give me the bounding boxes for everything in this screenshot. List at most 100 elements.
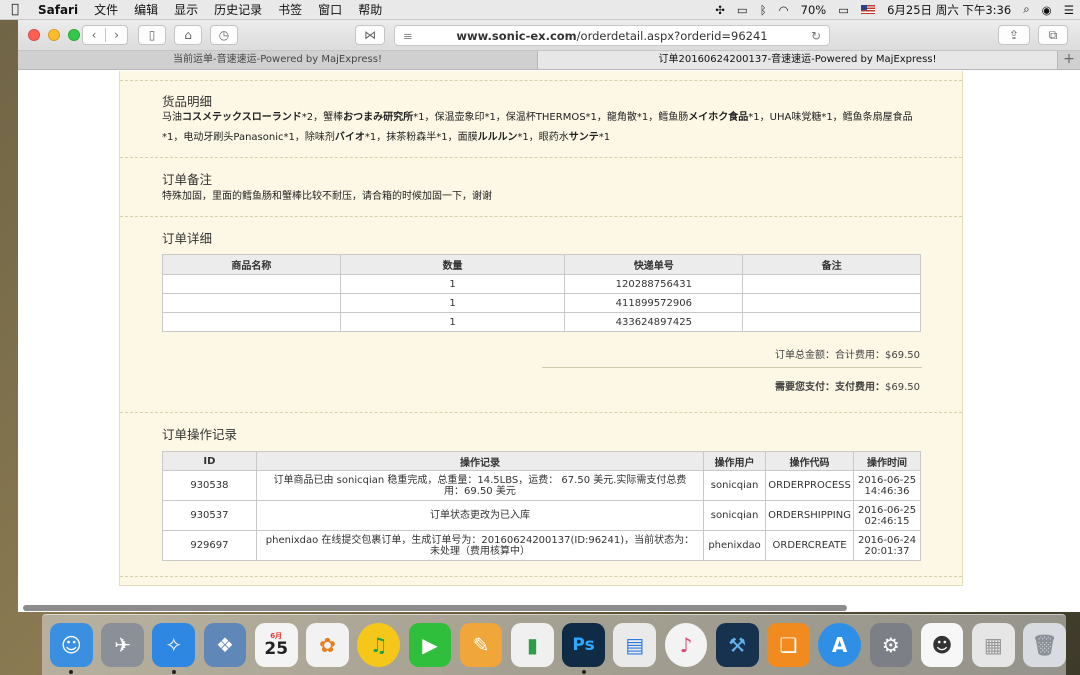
- calendar-day: 25: [264, 639, 289, 659]
- cell-qty: 1: [339, 293, 566, 313]
- cell-user: sonicqian: [703, 500, 767, 531]
- reader-icon[interactable]: ≡: [403, 29, 413, 43]
- calendar-icon[interactable]: 6月 25: [254, 623, 298, 667]
- airplay-icon[interactable]: ▭: [731, 3, 754, 17]
- apple-menu-icon[interactable]: : [0, 2, 30, 17]
- zoom-window-button[interactable]: [68, 29, 80, 41]
- wifi-icon[interactable]: ◠: [773, 3, 795, 17]
- cell-tracking: 120288756431: [564, 274, 744, 294]
- cell-user: sonicqian: [703, 470, 767, 501]
- tabs-overview-button[interactable]: ⧉: [1038, 25, 1068, 45]
- cell-action: 订单状态更改为已入库: [255, 500, 705, 531]
- battery-percent[interactable]: 70%: [795, 3, 833, 17]
- cell-tracking: 411899572906: [564, 293, 744, 313]
- order-log-table: ID 操作记录 操作用户 操作代码 操作时间 930538 订单商品已由 son…: [162, 451, 921, 561]
- app-menu-safari[interactable]: Safari: [30, 3, 86, 17]
- order-total-value: $69.50: [885, 350, 920, 361]
- home-button[interactable]: ⌂: [174, 25, 202, 45]
- preview-icon[interactable]: ❖: [203, 623, 247, 667]
- ibooks-icon[interactable]: ❏: [767, 623, 810, 667]
- url-host: www.sonic-ex.com: [456, 28, 577, 43]
- clock[interactable]: 6月25日 周六 下午3:36: [881, 2, 1017, 18]
- cell-product: [162, 293, 341, 313]
- cell-product: [162, 312, 341, 332]
- bluetooth-icon[interactable]: ᛒ: [754, 3, 773, 17]
- menu-view[interactable]: 显示: [166, 1, 206, 18]
- amount-due-value: $69.50: [885, 382, 920, 393]
- table-row: 1 433624897425: [162, 312, 921, 332]
- menu-window[interactable]: 窗口: [310, 1, 350, 18]
- xcode-icon[interactable]: ⚒: [715, 623, 759, 667]
- itunes-icon[interactable]: ♪: [664, 623, 708, 667]
- trash-icon[interactable]: 🗑: [1023, 623, 1066, 667]
- cell-code: ORDERCREATE: [765, 530, 855, 561]
- amount-due: 需要您支付：支付费用：$69.50: [775, 378, 920, 393]
- divider: [120, 412, 962, 413]
- photos-icon[interactable]: ✿: [306, 623, 349, 667]
- safari-icon[interactable]: ✧: [152, 623, 196, 674]
- menu-edit[interactable]: 编辑: [126, 1, 166, 18]
- tab-order-detail[interactable]: 订单20160624200137-音速速运-Powered by MajExpr…: [538, 51, 1058, 69]
- col-header-time: 操作时间: [853, 451, 921, 471]
- numbers-icon[interactable]: ▮: [510, 623, 554, 667]
- input-source-flag-icon[interactable]: [861, 5, 876, 14]
- cell-qty: 1: [339, 312, 566, 332]
- running-indicator: [581, 670, 586, 674]
- cell-code: ORDERSHIPPING: [765, 500, 855, 531]
- cell-time: 2016-06-25 14:46:36: [853, 470, 921, 501]
- app-store-icon[interactable]: A: [818, 623, 861, 667]
- order-detail-table: 商品名称 数量 快递单号 备注 1 120288756431 1 4118995…: [162, 254, 921, 332]
- reload-icon[interactable]: ↻: [811, 29, 821, 43]
- menu-file[interactable]: 文件: [86, 1, 126, 18]
- share-button[interactable]: ⇪: [998, 25, 1030, 45]
- facetime-icon[interactable]: ▶: [408, 623, 452, 667]
- nav-buttons: ‹ ›: [82, 25, 128, 45]
- sidebar-toggle-button[interactable]: ▯: [138, 25, 166, 45]
- launchpad-icon[interactable]: ✈: [101, 623, 144, 667]
- back-button[interactable]: ‹: [83, 28, 105, 42]
- address-bar[interactable]: ≡ www.sonic-ex.com/orderdetail.aspx?orde…: [394, 25, 830, 46]
- running-indicator: [69, 670, 74, 674]
- order-total: 订单总金额：合计费用：$69.50: [775, 346, 920, 361]
- notification-center-icon[interactable]: ☰: [1058, 3, 1080, 17]
- tab-current-shipments[interactable]: 当前运单-音速速运-Powered by MajExpress!: [18, 51, 538, 69]
- table-row: 929697 phenixdao 在线提交包裹订单，生成订单号为：2016062…: [162, 530, 921, 561]
- menu-bookmarks[interactable]: 书签: [270, 1, 310, 18]
- col-header-qty: 数量: [339, 254, 566, 275]
- menu-help[interactable]: 帮助: [350, 1, 390, 18]
- col-header-note: 备注: [742, 254, 921, 275]
- forward-button[interactable]: ›: [105, 28, 127, 42]
- documents-stack-icon[interactable]: ▦: [971, 623, 1015, 667]
- menu-history[interactable]: 历史记录: [206, 1, 270, 18]
- close-window-button[interactable]: [28, 29, 40, 41]
- system-preferences-icon[interactable]: ⚙: [869, 623, 913, 667]
- tab-bar: 当前运单-音速速运-Powered by MajExpress! 订单20160…: [18, 51, 1080, 70]
- col-header-id: ID: [162, 451, 257, 471]
- battery-icon[interactable]: ▭: [832, 3, 855, 17]
- minimize-window-button[interactable]: [48, 29, 60, 41]
- history-button[interactable]: ◷: [210, 25, 238, 45]
- app-status-icon[interactable]: ✣: [709, 3, 731, 17]
- cell-note: [742, 293, 921, 313]
- order-panel: 货品明细 马油コスメテックスローランド*2，蟹棒おつまみ研究所*1，保温壶象印*…: [119, 71, 963, 586]
- extension-button[interactable]: ⋈: [355, 25, 385, 45]
- photoshop-icon[interactable]: Ps: [562, 623, 605, 674]
- divider: [120, 80, 962, 81]
- new-tab-button[interactable]: +: [1058, 51, 1080, 69]
- table-row: 1 411899572906: [162, 293, 921, 313]
- cell-time: 2016-06-24 20:01:37: [853, 530, 921, 561]
- remark-title: 订单备注: [162, 172, 213, 187]
- finder-icon[interactable]: ☺: [50, 623, 93, 674]
- table-row: 930538 订单商品已由 sonicqian 稳重完成，总重量：14.5LBS…: [162, 470, 921, 501]
- safari-window: ‹ › ▯ ⌂ ◷ ⋈ ≡ www.sonic-ex.com/orderdeta…: [18, 20, 1080, 612]
- url-path: /orderdetail.aspx?orderid=96241: [576, 28, 768, 43]
- cell-qty: 1: [339, 274, 566, 294]
- cell-id: 930538: [162, 470, 257, 501]
- keynote-icon[interactable]: ▤: [613, 623, 657, 667]
- qq-music-icon[interactable]: ♫: [357, 623, 401, 667]
- mac-os-icon[interactable]: ☻: [920, 623, 964, 667]
- siri-icon[interactable]: ◉: [1036, 3, 1058, 17]
- pages-icon[interactable]: ✎: [459, 623, 503, 667]
- horizontal-scrollbar[interactable]: [23, 605, 847, 611]
- spotlight-icon[interactable]: ⌕: [1017, 2, 1035, 17]
